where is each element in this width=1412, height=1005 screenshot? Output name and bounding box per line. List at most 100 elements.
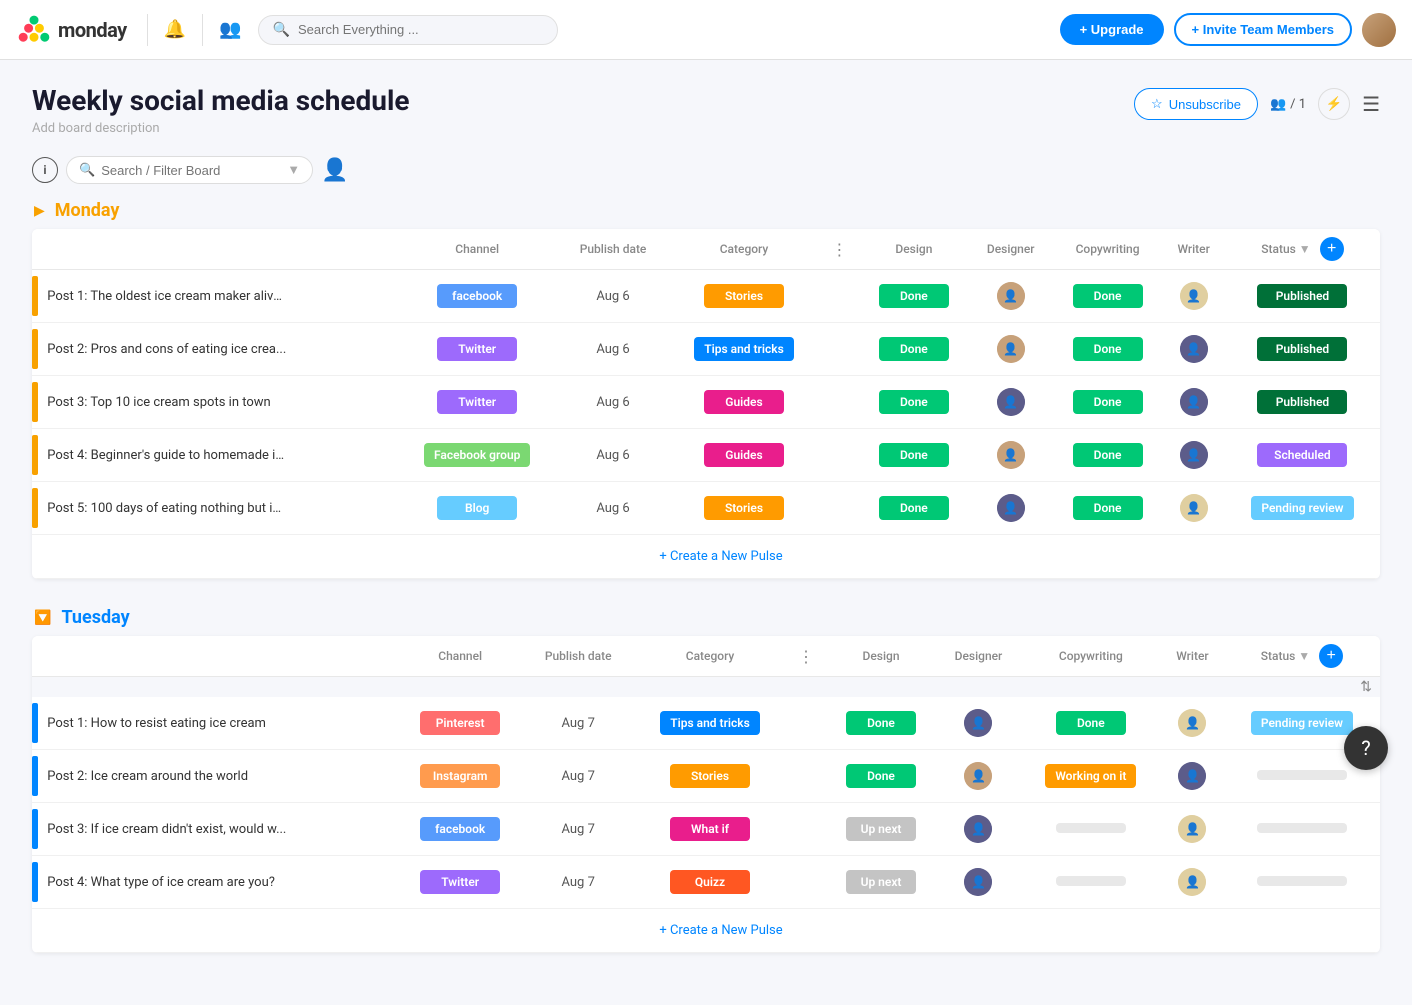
status-cell-1-2[interactable] — [1224, 803, 1380, 856]
channel-cell-0-0[interactable]: facebook — [397, 270, 558, 323]
channel-tag[interactable]: Twitter — [437, 390, 517, 414]
notifications-button[interactable]: 🔔 — [160, 15, 190, 44]
pulse-name[interactable]: Post 5: 100 days of eating nothing but i… — [47, 501, 287, 516]
add-column-button[interactable]: + — [1320, 237, 1344, 261]
design-cell-1-2[interactable]: Up next — [826, 803, 936, 856]
category-cell-0-1[interactable]: Tips and tricks — [668, 323, 819, 376]
channel-cell-1-2[interactable]: facebook — [398, 803, 523, 856]
category-cell-1-1[interactable]: Stories — [634, 750, 786, 803]
status-tag[interactable] — [1257, 770, 1347, 780]
menu-button[interactable]: ☰ — [1362, 92, 1380, 117]
channel-cell-0-2[interactable]: Twitter — [397, 376, 558, 429]
category-tag[interactable]: Stories — [670, 764, 750, 788]
design-status[interactable]: Done — [879, 496, 949, 520]
pulse-name[interactable]: Post 4: What type of ice cream are you? — [47, 875, 275, 890]
copywriting-status[interactable]: Done — [1073, 337, 1143, 361]
copywriting-status[interactable]: Done — [1056, 711, 1126, 735]
channel-tag[interactable]: Twitter — [420, 870, 500, 894]
channel-tag[interactable]: facebook — [437, 284, 517, 308]
copywriting-status[interactable]: Done — [1073, 443, 1143, 467]
member-count[interactable]: 👥 / 1 — [1270, 97, 1306, 112]
person-filter-icon[interactable]: 👤 — [321, 158, 348, 183]
status-tag[interactable]: Scheduled — [1257, 443, 1347, 467]
group-chevron-tuesday[interactable]: 🔽 — [34, 610, 51, 626]
design-status[interactable]: Done — [879, 443, 949, 467]
add-column-button[interactable]: + — [1319, 644, 1343, 668]
copywriting-cell-1-1[interactable]: Working on it — [1021, 750, 1161, 803]
copywriting-cell-0-2[interactable]: Done — [1053, 376, 1163, 429]
design-status[interactable]: Done — [879, 284, 949, 308]
category-cell-0-3[interactable]: Guides — [668, 429, 819, 482]
filter-chevron-icon[interactable]: ▼ — [287, 162, 300, 178]
design-cell-0-3[interactable]: Done — [859, 429, 969, 482]
status-tag[interactable] — [1257, 876, 1347, 886]
pulse-name[interactable]: Post 3: Top 10 ice cream spots in town — [47, 395, 270, 410]
copywriting-status[interactable]: Done — [1073, 496, 1143, 520]
user-avatar[interactable] — [1362, 13, 1396, 47]
group-chevron-monday[interactable]: ▶ — [34, 203, 45, 219]
channel-tag[interactable]: Instagram — [420, 764, 500, 788]
status-tag[interactable]: Published — [1257, 390, 1347, 414]
pulse-name[interactable]: Post 3: If ice cream didn't exist, would… — [47, 822, 286, 837]
category-cell-1-0[interactable]: Tips and tricks — [634, 697, 786, 750]
design-status[interactable]: Done — [846, 711, 916, 735]
copywriting-status[interactable] — [1056, 876, 1126, 886]
copywriting-status[interactable]: Done — [1073, 284, 1143, 308]
category-cell-0-4[interactable]: Stories — [668, 482, 819, 535]
channel-cell-0-3[interactable]: Facebook group — [397, 429, 558, 482]
add-pulse-button[interactable]: + Create a New Pulse — [36, 541, 1376, 572]
category-tag[interactable]: Tips and tricks — [660, 711, 760, 735]
status-tag[interactable]: Pending review — [1251, 496, 1353, 520]
copywriting-cell-1-2[interactable] — [1021, 803, 1161, 856]
category-tag[interactable]: Stories — [704, 496, 784, 520]
status-cell-0-4[interactable]: Pending review — [1225, 482, 1380, 535]
team-button[interactable]: 👥 — [215, 15, 245, 44]
status-tag[interactable]: Published — [1257, 284, 1347, 308]
status-cell-0-0[interactable]: Published — [1225, 270, 1380, 323]
pulse-name[interactable]: Post 1: How to resist eating ice cream — [47, 716, 266, 731]
channel-tag[interactable]: Blog — [437, 496, 517, 520]
copywriting-cell-1-0[interactable]: Done — [1021, 697, 1161, 750]
design-status[interactable]: Up next — [846, 870, 916, 894]
category-cell-0-0[interactable]: Stories — [668, 270, 819, 323]
filter-input[interactable] — [101, 163, 281, 178]
status-cell-0-3[interactable]: Scheduled — [1225, 429, 1380, 482]
search-input[interactable] — [298, 22, 543, 37]
channel-tag[interactable]: Twitter — [437, 337, 517, 361]
channel-tag[interactable]: Pinterest — [420, 711, 500, 735]
design-cell-1-1[interactable]: Done — [826, 750, 936, 803]
activity-button[interactable]: ⚡ — [1318, 88, 1350, 120]
info-badge[interactable]: i — [32, 157, 58, 183]
channel-cell-1-0[interactable]: Pinterest — [398, 697, 523, 750]
category-tag[interactable]: Quizz — [670, 870, 750, 894]
channel-cell-1-1[interactable]: Instagram — [398, 750, 523, 803]
design-status[interactable]: Done — [879, 337, 949, 361]
sort-toggle-icon[interactable]: ⇅ — [1360, 679, 1372, 695]
channel-cell-0-4[interactable]: Blog — [397, 482, 558, 535]
design-cell-0-1[interactable]: Done — [859, 323, 969, 376]
copywriting-status[interactable]: Working on it — [1045, 764, 1136, 788]
design-cell-1-0[interactable]: Done — [826, 697, 936, 750]
channel-cell-1-3[interactable]: Twitter — [398, 856, 523, 909]
copywriting-cell-0-0[interactable]: Done — [1053, 270, 1163, 323]
category-tag[interactable]: Guides — [704, 390, 784, 414]
design-cell-0-0[interactable]: Done — [859, 270, 969, 323]
pulse-name[interactable]: Post 2: Pros and cons of eating ice crea… — [47, 342, 286, 357]
copywriting-cell-0-1[interactable]: Done — [1053, 323, 1163, 376]
category-tag[interactable]: Stories — [704, 284, 784, 308]
status-cell-0-2[interactable]: Published — [1225, 376, 1380, 429]
channel-tag[interactable]: Facebook group — [424, 443, 530, 467]
pulse-name[interactable]: Post 4: Beginner's guide to homemade ic.… — [47, 448, 287, 463]
design-status[interactable]: Done — [846, 764, 916, 788]
pulse-name[interactable]: Post 1: The oldest ice cream maker alive… — [47, 289, 287, 304]
design-status[interactable]: Up next — [846, 817, 916, 841]
add-pulse-button[interactable]: + Create a New Pulse — [36, 915, 1376, 946]
category-cell-1-2[interactable]: What if — [634, 803, 786, 856]
copywriting-cell-0-4[interactable]: Done — [1053, 482, 1163, 535]
pulse-name[interactable]: Post 2: Ice cream around the world — [47, 769, 248, 784]
upgrade-button[interactable]: + Upgrade — [1060, 14, 1164, 45]
channel-tag[interactable]: facebook — [420, 817, 500, 841]
channel-cell-0-1[interactable]: Twitter — [397, 323, 558, 376]
design-cell-0-2[interactable]: Done — [859, 376, 969, 429]
category-tag[interactable]: Guides — [704, 443, 784, 467]
